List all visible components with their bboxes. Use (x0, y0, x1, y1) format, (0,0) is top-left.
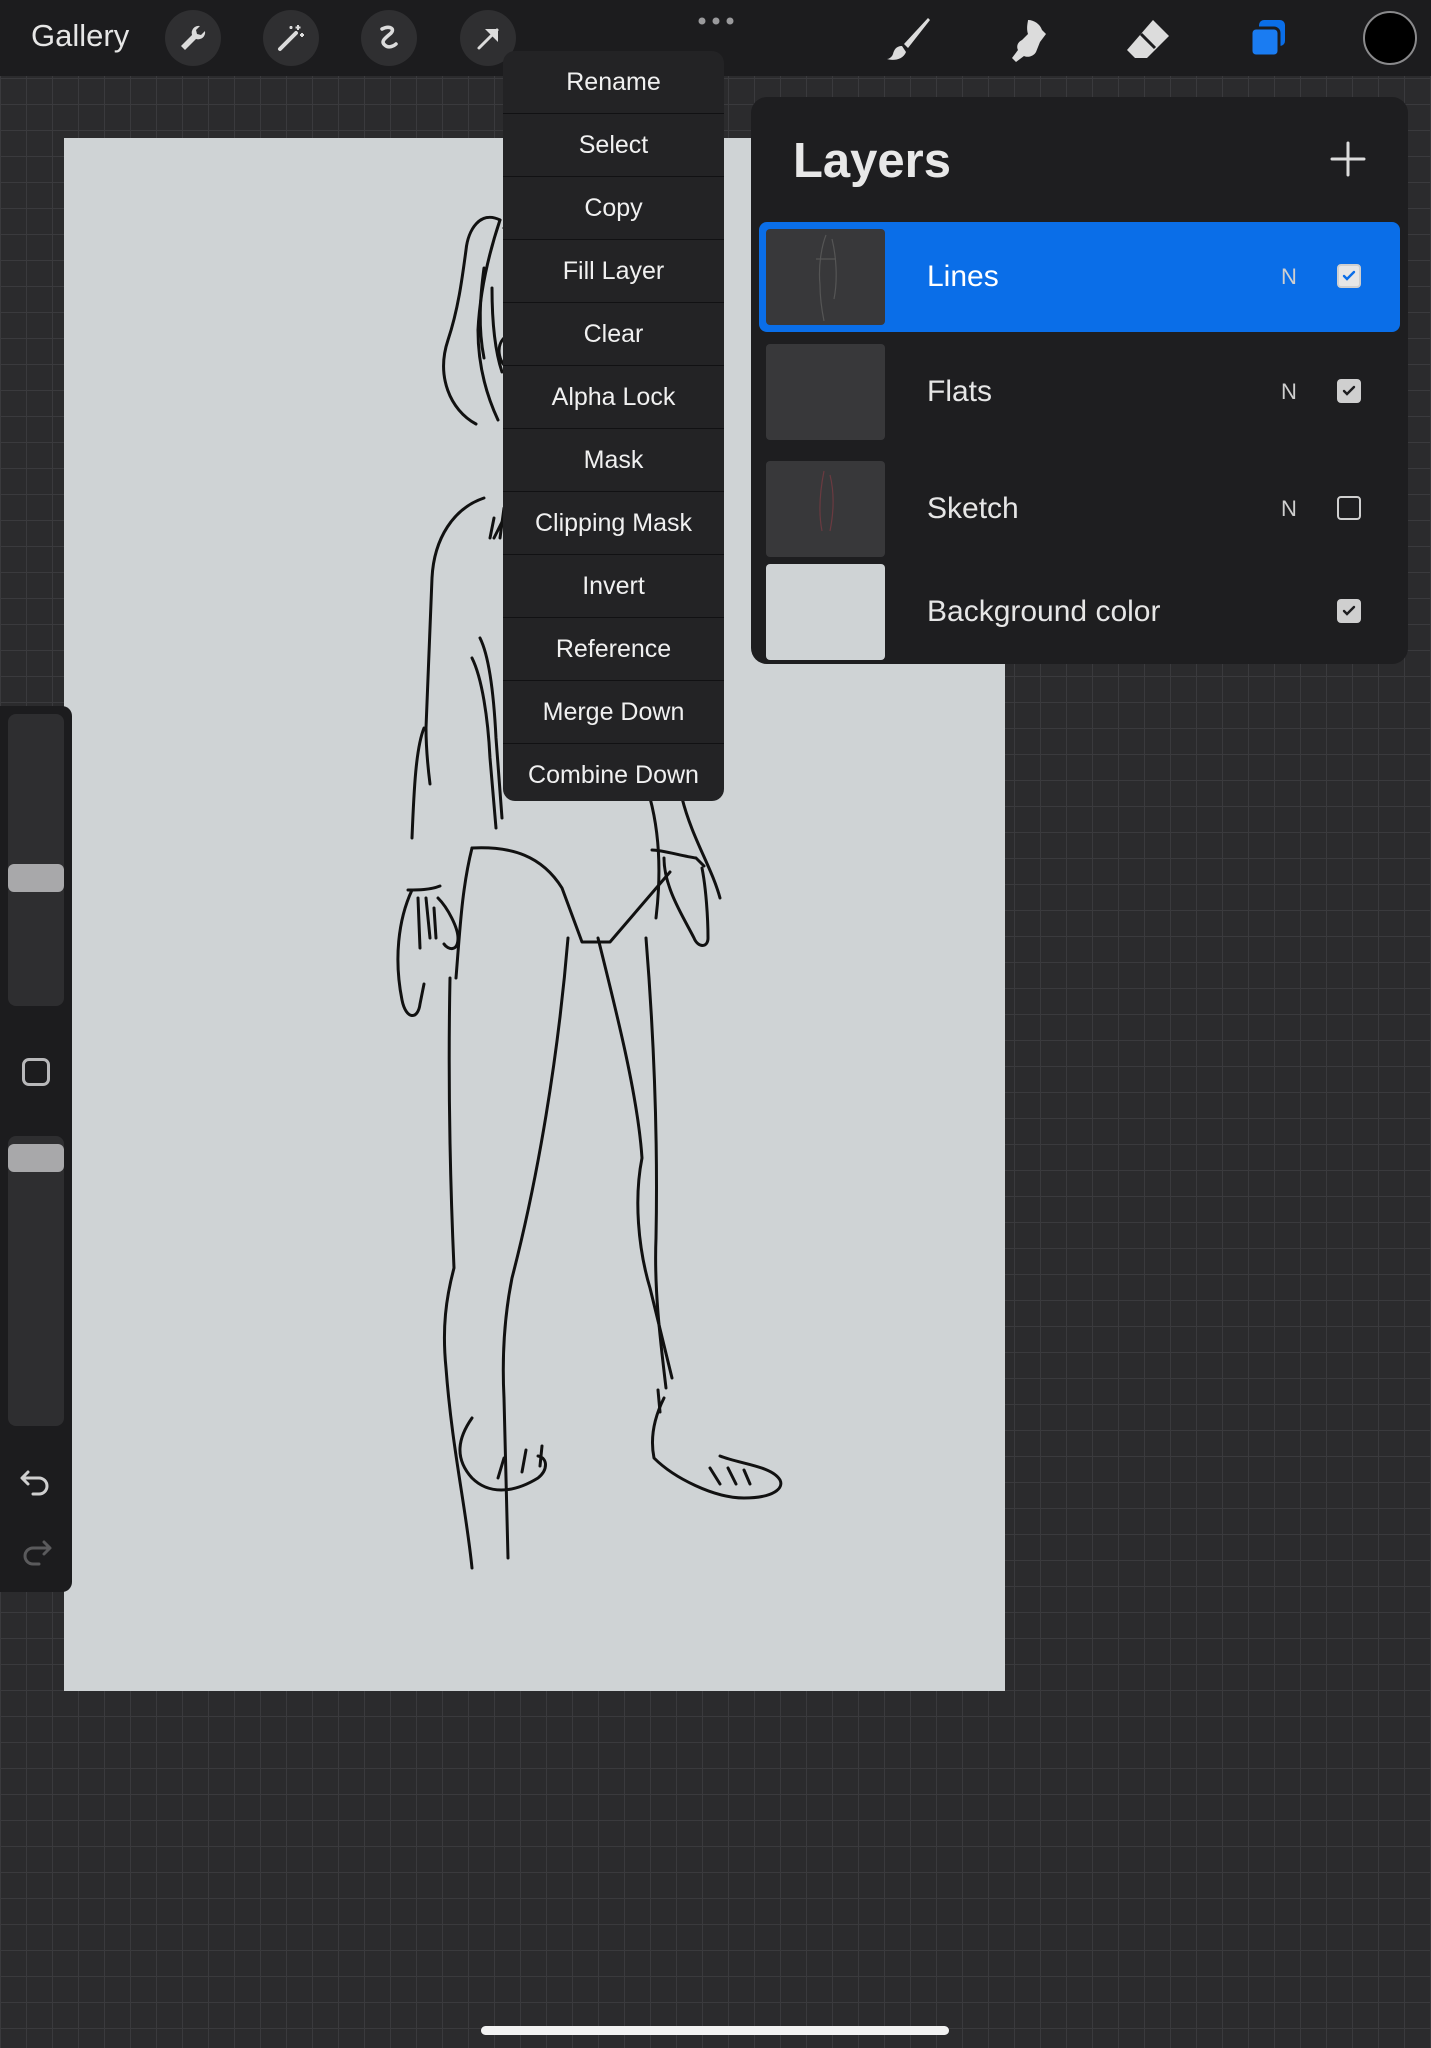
menu-item-mask[interactable]: Mask (503, 429, 724, 492)
opacity-slider[interactable] (8, 1136, 64, 1426)
menu-item-fill-layer[interactable]: Fill Layer (503, 240, 724, 303)
visibility-checkbox[interactable] (1337, 496, 1361, 520)
add-layer-icon[interactable] (1328, 139, 1368, 179)
menu-item-select[interactable]: Select (503, 114, 724, 177)
selection-icon[interactable] (361, 10, 417, 66)
menu-item-alpha-lock[interactable]: Alpha Lock (503, 366, 724, 429)
redo-icon[interactable] (18, 1532, 54, 1568)
blend-mode-button[interactable]: N (1281, 379, 1297, 405)
color-picker-button[interactable] (1363, 11, 1417, 65)
menu-item-combine-down[interactable]: Combine Down (503, 744, 724, 801)
visibility-checkbox[interactable] (1337, 264, 1361, 288)
brush-icon[interactable] (882, 12, 936, 66)
modify-button[interactable] (22, 1058, 50, 1086)
layer-row-lines[interactable]: Lines N (759, 222, 1400, 332)
layer-row-sketch[interactable]: Sketch N (759, 454, 1400, 564)
home-indicator[interactable] (481, 2026, 949, 2035)
menu-item-invert[interactable]: Invert (503, 555, 724, 618)
visibility-checkbox[interactable] (1337, 379, 1361, 403)
layers-panel: Layers Lines N Flats N Sketch N Backgrou… (751, 97, 1408, 664)
wrench-icon[interactable] (165, 10, 221, 66)
left-sidebar (0, 706, 72, 1592)
more-options-icon[interactable] (696, 14, 736, 28)
menu-item-clear[interactable]: Clear (503, 303, 724, 366)
blend-mode-button[interactable]: N (1281, 496, 1297, 522)
opacity-thumb[interactable] (8, 1144, 64, 1172)
eraser-icon[interactable] (1121, 12, 1175, 66)
menu-item-reference[interactable]: Reference (503, 618, 724, 681)
menu-item-merge-down[interactable]: Merge Down (503, 681, 724, 744)
gallery-button[interactable]: Gallery (31, 18, 129, 54)
layer-options-menu: Rename Select Copy Fill Layer Clear Alph… (503, 51, 724, 801)
blend-mode-button[interactable]: N (1281, 264, 1297, 290)
layer-thumbnail (766, 229, 885, 325)
layer-row-flats[interactable]: Flats N (759, 337, 1400, 447)
brush-size-slider[interactable] (8, 714, 64, 1006)
layer-row-background-color[interactable]: Background color (759, 557, 1400, 667)
menu-item-rename[interactable]: Rename (503, 51, 724, 114)
layer-thumbnail (766, 564, 885, 660)
layers-title: Layers (793, 134, 952, 188)
magic-wand-icon[interactable] (263, 10, 319, 66)
menu-item-copy[interactable]: Copy (503, 177, 724, 240)
layers-icon[interactable] (1241, 12, 1295, 66)
undo-icon[interactable] (18, 1462, 54, 1498)
smudge-icon[interactable] (1002, 12, 1056, 66)
brush-size-thumb[interactable] (8, 864, 64, 892)
menu-item-clipping-mask[interactable]: Clipping Mask (503, 492, 724, 555)
visibility-checkbox[interactable] (1337, 599, 1361, 623)
layer-thumbnail (766, 344, 885, 440)
layer-thumbnail (766, 461, 885, 557)
